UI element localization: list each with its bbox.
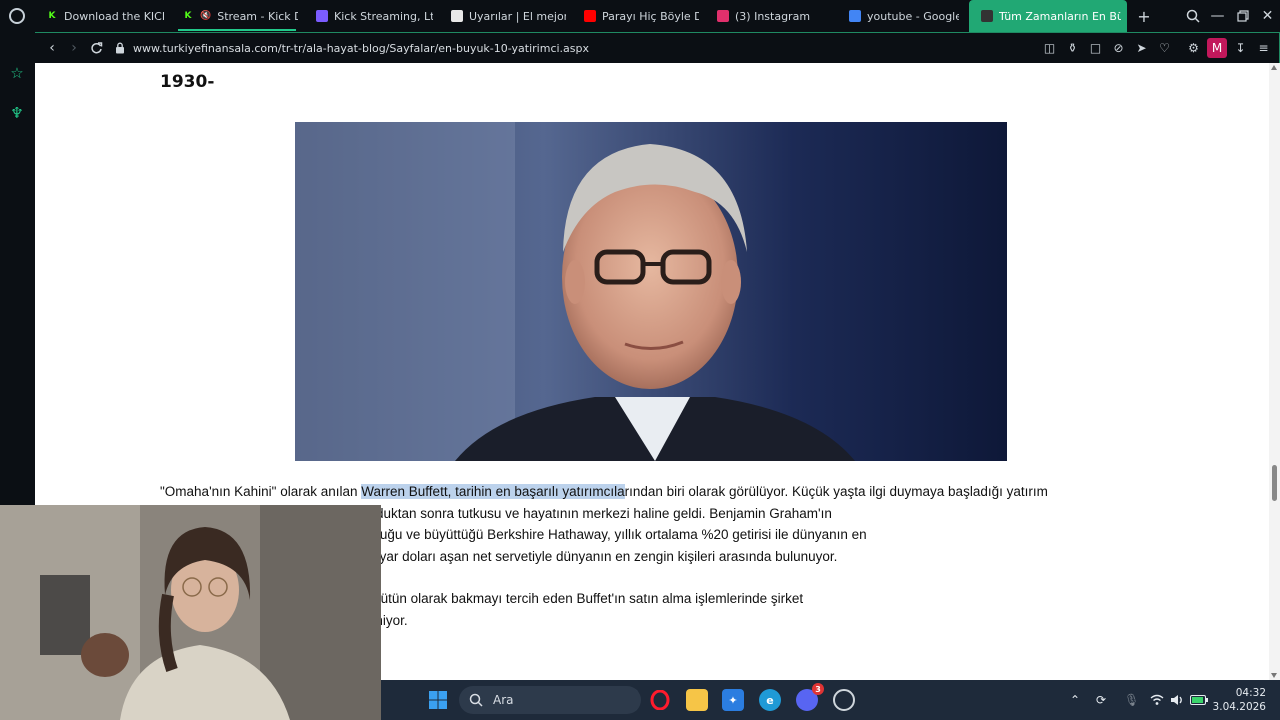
tab-list: K Download the KICK M K 🔇 Stream - Kick De Ki… [34, 0, 1127, 32]
windows-start-icon[interactable] [427, 689, 449, 711]
download-icon[interactable]: ↧ [1231, 38, 1250, 58]
clock-time: 04:32 [1235, 687, 1266, 699]
webcam-overlay [0, 505, 381, 720]
tab-strip: K Download the KICK M K 🔇 Stream - Kick De Ki… [0, 0, 1280, 32]
volume-icon[interactable] [1170, 680, 1184, 720]
tab-2[interactable]: K 🔇 Stream - Kick De [170, 0, 304, 32]
discord-badge: 3 [812, 683, 824, 695]
tab-label: (3) Instagram [735, 9, 811, 23]
selected-text[interactable]: Warren Buffett, tarihin en başarılı yatı… [361, 484, 625, 499]
kick-streaming-icon [316, 10, 328, 22]
google-icon [849, 10, 861, 22]
tab-8[interactable]: Tüm Zamanların En Büyük [969, 0, 1127, 32]
snipping-tool-icon[interactable]: ✦ [722, 689, 744, 711]
tab-1[interactable]: K Download the KICK M [34, 0, 170, 32]
restore-icon[interactable] [1230, 0, 1255, 32]
kick-icon: K [184, 11, 192, 21]
app-icon[interactable] [833, 689, 855, 711]
kick-icon: K [48, 11, 56, 21]
para-text: "Omaha'nın Kahini" olarak anılan [160, 484, 362, 499]
instagram-icon [717, 10, 729, 22]
taskbar-search[interactable]: Ara [459, 686, 641, 714]
sync-icon[interactable]: ⟳ [1096, 680, 1106, 720]
tab-7[interactable]: youtube - Google'da [837, 0, 965, 32]
close-icon[interactable]: ✕ [1255, 0, 1280, 32]
tab-label: Uyarılar | El mejor so [469, 9, 566, 23]
tab-label: Tüm Zamanların En Büyük [999, 9, 1121, 23]
tab-search-icon[interactable] [1180, 0, 1205, 32]
tab-4[interactable]: Uyarılar | El mejor so [439, 0, 572, 32]
scroll-down-icon[interactable] [1271, 673, 1277, 678]
back-icon[interactable]: ‹ [41, 35, 63, 61]
extensions-icon[interactable]: ⚙ [1184, 38, 1203, 58]
url-text: www.turkiyefinansala.com/tr-tr/ala-hayat… [133, 41, 590, 55]
new-tab-icon[interactable]: + [1133, 5, 1155, 27]
tab-label: Download the KICK M [64, 9, 164, 23]
address-bar: ‹ › www.turkiyefinansala.com/tr-tr/ala-h… [34, 32, 1280, 63]
split-screen-icon[interactable]: ◫ [1040, 38, 1059, 58]
mute-icon[interactable]: 🔇 [200, 11, 211, 21]
scroll-up-icon[interactable] [1271, 65, 1277, 70]
battery-icon[interactable] [1190, 680, 1208, 720]
diamond-icon [451, 10, 463, 22]
tab-3[interactable]: Kick Streaming, Ltd. [304, 0, 439, 32]
microphone-icon[interactable]: 🎙 [1124, 680, 1139, 720]
snapshot-icon[interactable]: □ [1086, 38, 1105, 58]
search-placeholder: Ara [493, 693, 514, 707]
heart-icon[interactable]: ♡ [1155, 38, 1174, 58]
screen: K Download the KICK M K 🔇 Stream - Kick De Ki… [0, 0, 1280, 720]
minimize-icon[interactable]: — [1205, 0, 1230, 32]
youtube-icon [584, 10, 596, 22]
clock-date: 3.04.2026 [1212, 701, 1266, 713]
menu-icon[interactable]: ≡ [1254, 38, 1273, 58]
site-icon [981, 10, 993, 22]
tab-label: youtube - Google'da [867, 9, 959, 23]
tray-chevron-icon[interactable]: ⌃ [1070, 680, 1080, 720]
tab-label: Kick Streaming, Ltd. [334, 9, 433, 23]
tab-label: Parayı Hiç Böyle Düş [602, 9, 699, 23]
ai-icon[interactable]: ♆ [8, 104, 26, 122]
pin-icon[interactable]: ⚱ [1063, 38, 1082, 58]
page-scrollbar[interactable] [1269, 63, 1280, 680]
opera-menu-icon[interactable] [0, 0, 34, 32]
adblock-icon[interactable]: ⊘ [1109, 38, 1128, 58]
system-clock[interactable]: 04:32 3.04.2026 [1213, 686, 1266, 714]
file-explorer-icon[interactable] [686, 689, 708, 711]
profile-avatar[interactable]: M [1207, 38, 1227, 58]
para-text: rından biri olarak görülüyor. Küçük yaşt… [624, 484, 1048, 499]
edge-icon[interactable]: e [759, 689, 781, 711]
opera-taskbar-icon[interactable] [649, 689, 671, 711]
search-icon [469, 693, 483, 707]
warren-buffett-photo [295, 122, 1007, 461]
scroll-thumb[interactable] [1272, 465, 1277, 501]
tab-label: Stream - Kick De [217, 9, 298, 23]
send-icon[interactable]: ➤ [1132, 38, 1151, 58]
tab-6[interactable]: (3) Instagram [705, 0, 837, 32]
star-icon[interactable]: ☆ [8, 64, 26, 82]
tab-5[interactable]: Parayı Hiç Böyle Düş [572, 0, 705, 32]
article-heading: 1930- [160, 72, 215, 92]
forward-icon[interactable]: › [63, 35, 85, 61]
reload-icon[interactable] [85, 35, 107, 61]
lock-icon [115, 42, 125, 54]
discord-icon[interactable]: 3 [796, 683, 824, 711]
wifi-icon[interactable] [1150, 680, 1164, 720]
toolbar-right: ◫ ⚱ □ ⊘ ➤ ♡ ⚙ M ↧ ≡ [1040, 33, 1273, 63]
article-paragraph-1-line-1: "Omaha'nın Kahini" olarak anılan Warren … [160, 481, 1160, 503]
window-controls: — ✕ [1180, 0, 1280, 32]
url-field[interactable]: www.turkiyefinansala.com/tr-tr/ala-hayat… [115, 42, 589, 55]
